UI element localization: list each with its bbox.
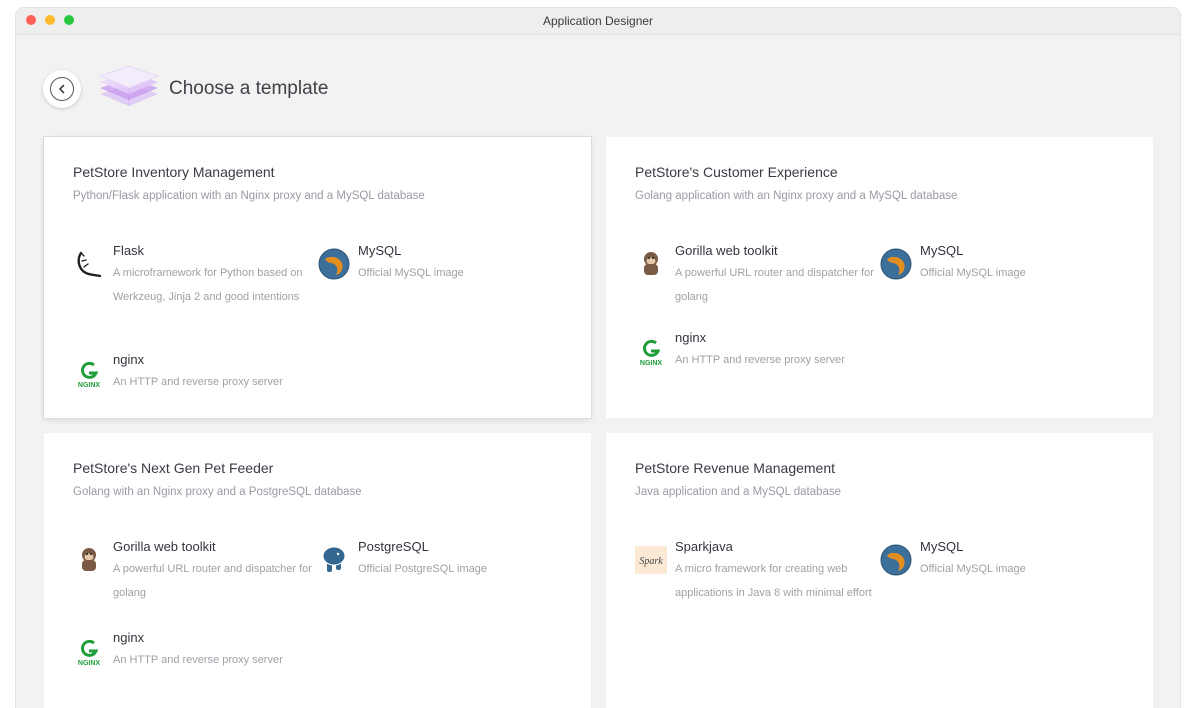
component-name: MySQL: [358, 243, 402, 258]
flask-icon: [72, 247, 106, 281]
window-title: Application Designer: [542, 14, 654, 28]
gorilla-icon: [72, 543, 106, 577]
component-description: Official MySQL image: [920, 563, 1026, 575]
chevron-left-icon: [50, 77, 74, 101]
component-description: Official MySQL image: [920, 267, 1026, 279]
component-description: A powerful URL router and dispatcher for…: [113, 563, 312, 599]
gorilla-icon: [634, 247, 668, 281]
component-description: An HTTP and reverse proxy server: [675, 354, 845, 366]
component-name: nginx: [113, 352, 145, 367]
component-description: Official PostgreSQL image: [358, 563, 488, 575]
nginx-icon: NGINX: [72, 356, 106, 390]
template-card-customer-experience[interactable]: PetStore's Customer Experience Golang ap…: [606, 137, 1153, 418]
page-title: Choose a template: [169, 78, 329, 99]
mysql-icon: [317, 247, 351, 281]
template-title: PetStore's Next Gen Pet Feeder: [73, 460, 274, 476]
component-description: An HTTP and reverse proxy server: [113, 376, 283, 388]
nginx-logo-text: NGINX: [78, 660, 101, 667]
title-bar: Application Designer: [16, 8, 1180, 35]
component-name: nginx: [675, 330, 707, 345]
postgresql-icon: [317, 543, 351, 577]
sparkjava-logo-text: Spark: [639, 556, 663, 567]
template-card-revenue-management[interactable]: PetStore Revenue Management Java applica…: [606, 433, 1153, 708]
nginx-icon: NGINX: [634, 334, 668, 368]
component-name: Sparkjava: [675, 539, 733, 554]
mysql-icon: [879, 247, 913, 281]
template-description: Python/Flask application with an Nginx p…: [73, 190, 425, 202]
component-description: A micro framework for creating web appli…: [675, 563, 872, 599]
component-name: Gorilla web toolkit: [675, 243, 778, 258]
template-card-inventory-management[interactable]: PetStore Inventory Management Python/Fla…: [44, 137, 591, 418]
template-card-next-gen-pet-feeder[interactable]: PetStore's Next Gen Pet Feeder Golang wi…: [44, 433, 591, 708]
component-description: A microframework for Python based on Wer…: [113, 267, 303, 303]
template-description: Golang application with an Nginx proxy a…: [635, 190, 958, 202]
template-title: PetStore Inventory Management: [73, 164, 275, 180]
component-description: An HTTP and reverse proxy server: [113, 654, 283, 666]
nginx-icon: NGINX: [72, 634, 106, 668]
component-description: Official MySQL image: [358, 267, 464, 279]
template-stack-illustration: [94, 60, 164, 116]
template-description: Golang with an Nginx proxy and a Postgre…: [73, 486, 362, 498]
template-title: PetStore Revenue Management: [635, 460, 836, 476]
component-name: MySQL: [920, 243, 964, 258]
template-title: PetStore's Customer Experience: [635, 164, 838, 180]
mysql-icon: [879, 543, 913, 577]
component-description: A powerful URL router and dispatcher for…: [675, 267, 874, 303]
component-name: Gorilla web toolkit: [113, 539, 216, 554]
component-name: MySQL: [920, 539, 964, 554]
sparkjava-icon: Spark: [634, 543, 668, 577]
component-name: Flask: [113, 243, 145, 258]
template-description: Java application and a MySQL database: [635, 486, 842, 498]
component-name: nginx: [113, 630, 145, 645]
nginx-logo-text: NGINX: [78, 382, 101, 389]
nginx-logo-text: NGINX: [640, 360, 663, 367]
app-window: Application Designer Choose a template P…: [16, 8, 1180, 708]
back-button[interactable]: [43, 70, 81, 108]
component-name: PostgreSQL: [358, 539, 429, 554]
